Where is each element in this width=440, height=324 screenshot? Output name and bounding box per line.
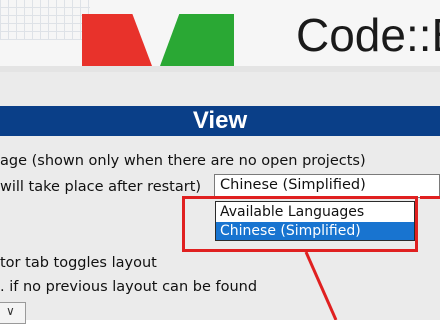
logo-background-pattern xyxy=(0,0,90,40)
app-title: Code::B xyxy=(296,9,440,61)
section-header: View xyxy=(0,106,440,136)
language-select-value: Chinese (Simplified) xyxy=(220,177,366,193)
highlight-box xyxy=(182,196,418,252)
chevron-down-icon: ∨ xyxy=(6,304,15,318)
highlight-extension xyxy=(420,196,440,199)
section-title: View xyxy=(192,107,248,134)
language-select[interactable]: Chinese (Simplified) xyxy=(214,174,440,198)
logo-red-shape xyxy=(82,14,152,66)
splash-banner: Code::B xyxy=(0,0,440,66)
layout-select[interactable]: ∨ xyxy=(0,302,26,324)
layout-toggle-label: tor tab toggles layout xyxy=(0,255,157,271)
language-label-line1: age (shown only when there are no open p… xyxy=(0,153,366,169)
logo-green-shape xyxy=(160,14,234,66)
layout-default-label: . if no previous layout can be found xyxy=(0,279,258,295)
language-label-line2: will take place after restart) xyxy=(0,179,202,195)
